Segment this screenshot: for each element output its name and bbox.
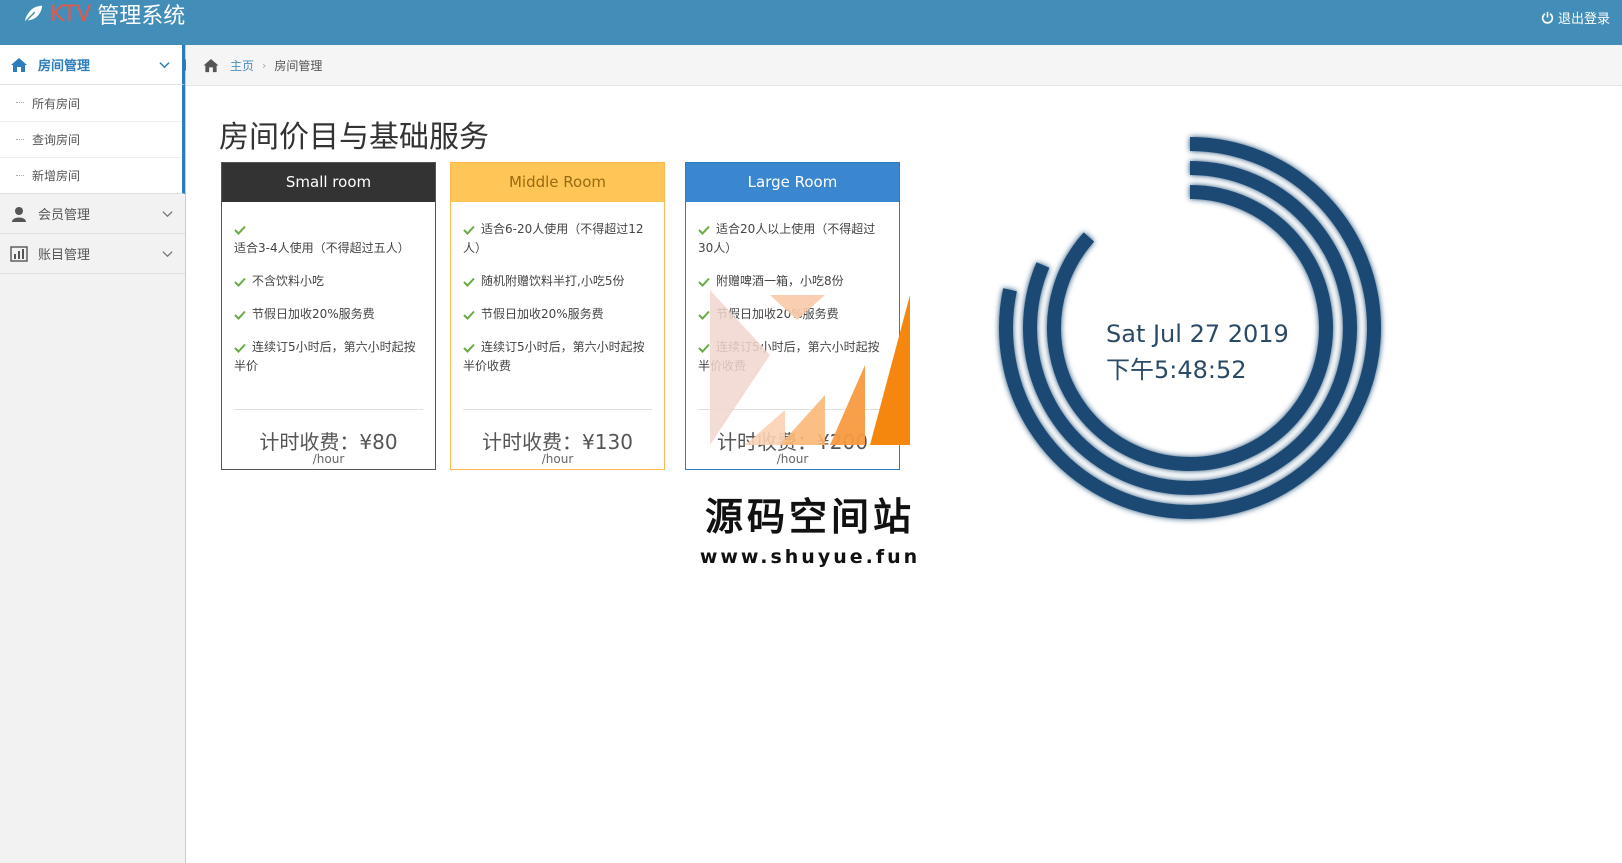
check-icon xyxy=(463,343,475,353)
top-navbar: KTV 管理系统 退出登录 xyxy=(0,0,1622,45)
check-icon xyxy=(698,225,710,235)
clock-time: 下午5:48:52 xyxy=(1106,356,1247,384)
brand-prefix: KTV xyxy=(50,1,92,27)
feature-item: 适合20人以上使用（不得超过30人） xyxy=(698,222,876,255)
card-divider xyxy=(463,409,652,410)
pricing-card-title: Middle Room xyxy=(451,163,664,202)
home-icon[interactable] xyxy=(202,58,220,73)
check-icon xyxy=(234,310,246,320)
home-icon xyxy=(11,57,27,72)
card-divider xyxy=(234,409,423,410)
breadcrumb-home-link[interactable]: 主页 xyxy=(230,57,254,74)
check-icon xyxy=(234,277,246,287)
check-icon xyxy=(463,225,475,235)
watermark-name: 源码空间站 xyxy=(704,495,915,539)
page-title: 房间价目与基础服务 xyxy=(219,120,489,155)
logout-label: 退出登录 xyxy=(1557,12,1610,27)
sidebar-item-label: 会员管理 xyxy=(38,208,91,223)
brand[interactable]: KTV 管理系统 xyxy=(22,0,186,29)
sidebar-item-label: 账目管理 xyxy=(38,248,91,263)
check-icon xyxy=(463,310,475,320)
sidebar-submenu: 所有房间 查询房间 新增房间 xyxy=(0,85,185,194)
breadcrumb: 主页 › 房间管理 xyxy=(186,45,1622,86)
feature-item: 连续订5小时后，第六小时起按半价 xyxy=(234,340,416,373)
check-icon xyxy=(234,225,246,235)
price-label: 计时收费：¥130 xyxy=(482,430,633,454)
watermark-logo-icon xyxy=(710,290,910,445)
sidebar-item-label: 新增房间 xyxy=(32,169,81,183)
logout-button[interactable]: 退出登录 xyxy=(1541,8,1610,27)
sidebar-item-room-management[interactable]: 房间管理 xyxy=(0,45,191,85)
check-icon xyxy=(234,343,246,353)
feature-item: 适合3-4人使用（不得超过五人） xyxy=(234,220,423,258)
clock-date: Sat Jul 27 2019 xyxy=(1106,320,1289,348)
feature-item: 节假日加收20%服务费 xyxy=(234,305,423,324)
pricing-card-title: Small room xyxy=(222,163,435,202)
brand-title: 管理系统 xyxy=(97,4,186,29)
check-icon xyxy=(463,277,475,287)
sidebar-item-label: 所有房间 xyxy=(32,96,81,111)
breadcrumb-current: 房间管理 xyxy=(274,58,323,73)
watermark-url: www.shuyue.fun xyxy=(699,546,921,568)
price-unit: /hour xyxy=(541,452,574,466)
price-label: 计时收费：¥80 xyxy=(259,430,398,454)
chevron-down-icon xyxy=(162,251,173,258)
chevron-down-icon xyxy=(159,62,170,69)
sidebar-item-label: 房间管理 xyxy=(38,59,91,74)
bar-chart-icon xyxy=(10,245,28,262)
feature-item: 节假日加收20%服务费 xyxy=(463,305,652,324)
breadcrumb-separator-icon: › xyxy=(262,58,267,72)
feature-list: 适合3-4人使用（不得超过五人） 不含饮料小吃 节假日加收20%服务费 连续订5… xyxy=(222,202,435,376)
pricing-card-middle: Middle Room 适合6-20人使用（不得超过12人） 随机附赠饮料半打,… xyxy=(450,162,665,470)
sidebar-item-add-room[interactable]: 新增房间 xyxy=(0,157,182,193)
feature-item: 适合6-20人使用（不得超过12人） xyxy=(463,222,644,255)
sidebar: 房间管理 所有房间 查询房间 新增房间 会员管理 账目管理 xyxy=(0,45,191,863)
chevron-down-icon xyxy=(162,211,173,218)
user-icon xyxy=(12,206,26,222)
feature-item: 连续订5小时后，第六小时起按半价收费 xyxy=(463,340,645,373)
sidebar-item-account-management[interactable]: 账目管理 xyxy=(0,234,185,274)
pricing-card-title: Large Room xyxy=(686,163,899,202)
price-unit: /hour xyxy=(312,452,345,466)
sidebar-item-member-management[interactable]: 会员管理 xyxy=(0,194,185,234)
leaf-icon xyxy=(24,5,43,23)
sidebar-item-label: 查询房间 xyxy=(32,133,81,147)
sidebar-item-search-rooms[interactable]: 查询房间 xyxy=(0,121,182,157)
feature-item: 不含饮料小吃 xyxy=(234,272,423,291)
pricing-card-small: Small room 适合3-4人使用（不得超过五人） 不含饮料小吃 节假日加收… xyxy=(221,162,436,470)
power-icon xyxy=(1541,11,1554,24)
feature-item: 随机附赠饮料半打,小吃5份 xyxy=(463,272,652,291)
feature-list: 适合6-20人使用（不得超过12人） 随机附赠饮料半打,小吃5份 节假日加收20… xyxy=(451,202,664,376)
sidebar-item-all-rooms[interactable]: 所有房间 xyxy=(0,85,182,121)
